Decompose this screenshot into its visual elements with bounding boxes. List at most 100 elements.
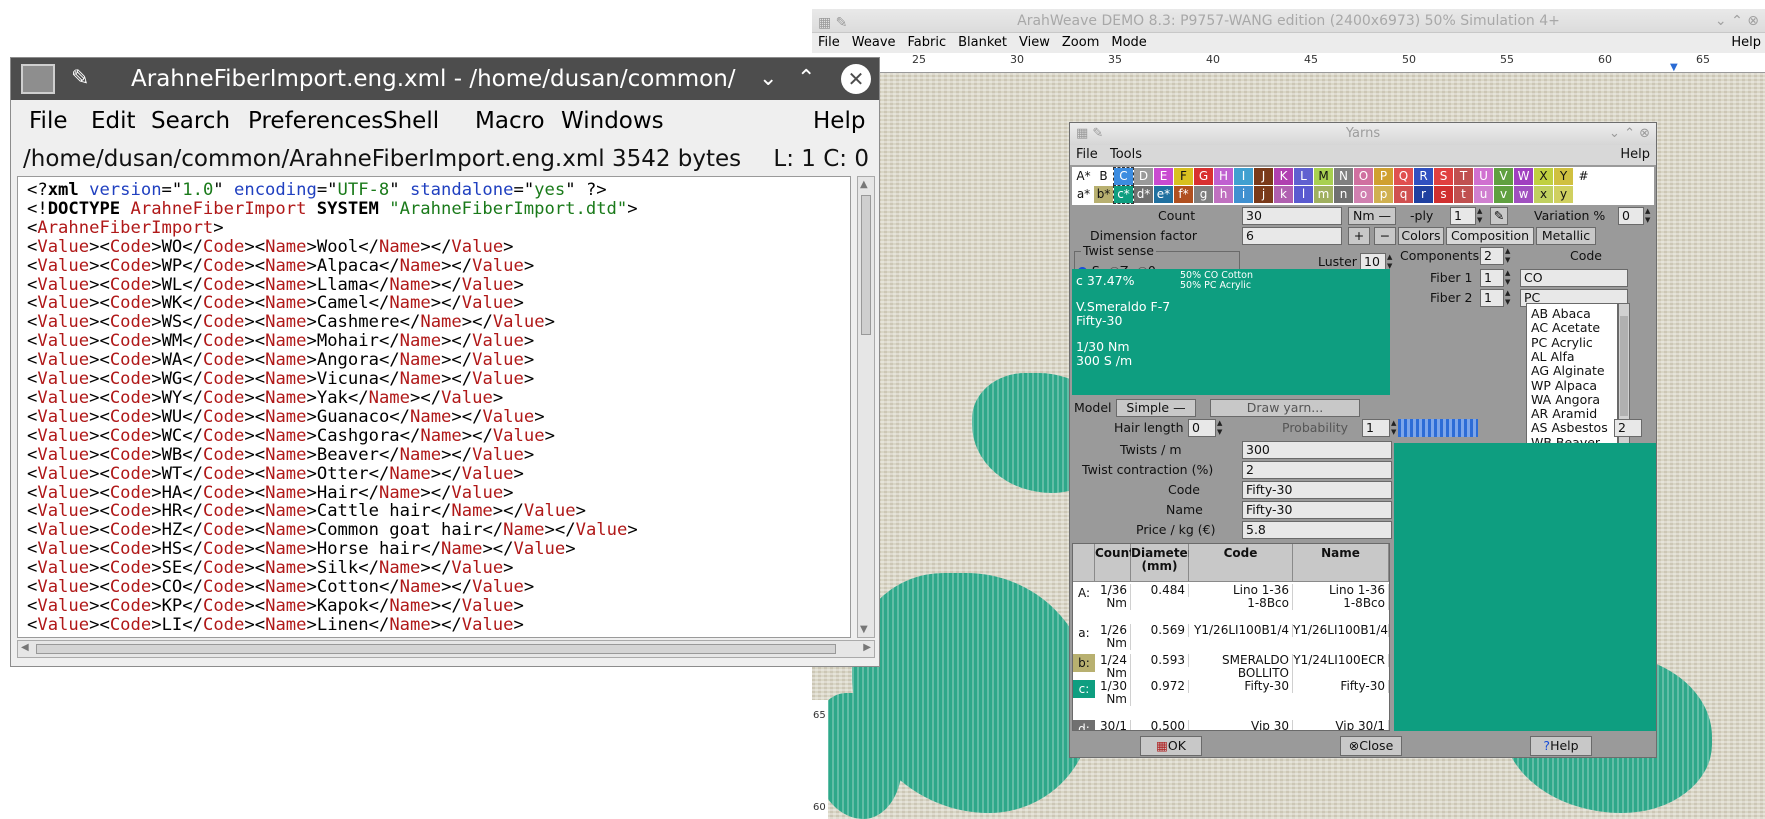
- palette-color-R[interactable]: R: [1414, 168, 1433, 185]
- palette-color-s[interactable]: s: [1434, 186, 1453, 203]
- palette-color-Y[interactable]: Y: [1554, 168, 1573, 185]
- weave-menu-view[interactable]: View: [1013, 33, 1056, 53]
- add-icon[interactable]: +: [1348, 227, 1370, 245]
- scroll-up-icon[interactable]: ▲: [860, 179, 868, 190]
- variation-field[interactable]: 0: [1618, 207, 1644, 225]
- palette-color-Q[interactable]: Q: [1394, 168, 1413, 185]
- variation-spinner-icon[interactable]: ▲ ▼: [1645, 207, 1655, 225]
- fiber-list-item[interactable]: AB Abaca: [1531, 306, 1617, 321]
- model-select[interactable]: Simple —: [1116, 399, 1196, 417]
- window-menu-icon[interactable]: ▦ ✎: [818, 11, 847, 35]
- help-button[interactable]: ?Help: [1530, 736, 1592, 756]
- palette-color-H[interactable]: H: [1214, 168, 1233, 185]
- palette-color-A-star[interactable]: A*: [1074, 168, 1093, 185]
- contraction-field[interactable]: 2: [1242, 461, 1392, 479]
- name-field[interactable]: Fifty-30: [1242, 501, 1392, 519]
- palette-color-F[interactable]: F: [1174, 168, 1193, 185]
- close-button[interactable]: ⊗Close: [1340, 736, 1402, 756]
- weave-menu-fabric[interactable]: Fabric: [902, 33, 953, 53]
- palette-color-q[interactable]: q: [1394, 186, 1413, 203]
- table-header-count[interactable]: Count: [1095, 544, 1135, 582]
- palette-color-B[interactable]: B: [1094, 168, 1113, 185]
- table-row-label[interactable]: b:: [1073, 654, 1095, 672]
- weave-menu-mode[interactable]: Mode: [1105, 33, 1152, 53]
- palette-color-l[interactable]: l: [1294, 186, 1313, 203]
- fiber-scroll-thumb[interactable]: [1620, 316, 1628, 416]
- tab-composition[interactable]: Composition: [1446, 227, 1534, 245]
- palette-color-i[interactable]: i: [1234, 186, 1253, 203]
- hair-spinner-icon[interactable]: ▲ ▼: [1217, 419, 1227, 437]
- menu-file[interactable]: File: [29, 102, 68, 140]
- palette-color-D[interactable]: D: [1134, 168, 1153, 185]
- palette-color-n[interactable]: n: [1334, 186, 1353, 203]
- palette-color-hash[interactable]: #: [1574, 168, 1593, 185]
- close-icon[interactable]: ✕: [841, 64, 871, 94]
- palette-color-h[interactable]: h: [1214, 186, 1233, 203]
- fiber1-spinner-icon[interactable]: ▲ ▼: [1505, 269, 1515, 287]
- palette-color-y[interactable]: y: [1554, 186, 1573, 203]
- menu-macro[interactable]: Macro: [475, 102, 545, 140]
- hscroll-thumb[interactable]: [36, 644, 836, 654]
- table-header-name[interactable]: Name: [1293, 544, 1389, 582]
- palette-color-T[interactable]: T: [1454, 168, 1473, 185]
- app-icon[interactable]: [21, 64, 55, 94]
- menu-preferences[interactable]: Preferences: [248, 102, 383, 140]
- palette-color-v[interactable]: v: [1494, 186, 1513, 203]
- palette-color-j[interactable]: j: [1254, 186, 1273, 203]
- palette-color-a-star[interactable]: a*: [1074, 186, 1093, 203]
- yarns-menu-help[interactable]: Help: [1620, 145, 1650, 165]
- palette-color-I[interactable]: I: [1234, 168, 1253, 185]
- menu-search[interactable]: Search: [151, 102, 230, 140]
- ruler-marker-icon[interactable]: ▼: [1670, 62, 1678, 73]
- palette-color-N[interactable]: N: [1334, 168, 1353, 185]
- fiber2-field[interactable]: 1: [1480, 289, 1504, 307]
- palette-color-b-star[interactable]: b*: [1094, 186, 1113, 203]
- components-spinner-icon[interactable]: ▲ ▼: [1505, 247, 1515, 265]
- palette-color-g[interactable]: g: [1194, 186, 1213, 203]
- tab-metallic[interactable]: Metallic: [1536, 227, 1596, 245]
- fiber-list-item[interactable]: WP Alpaca: [1531, 378, 1617, 393]
- palette-color-m[interactable]: m: [1314, 186, 1333, 203]
- palette-color-W[interactable]: W: [1514, 168, 1533, 185]
- scroll-right-icon[interactable]: ▶: [863, 642, 871, 653]
- palette-color-x[interactable]: x: [1534, 186, 1553, 203]
- table-row-label[interactable]: c:: [1073, 680, 1095, 698]
- fiber1-field[interactable]: 1: [1480, 269, 1504, 287]
- palette-color-E[interactable]: E: [1154, 168, 1173, 185]
- palette-color-U[interactable]: U: [1474, 168, 1493, 185]
- table-row-label[interactable]: d:: [1073, 720, 1095, 730]
- fiber-list-item[interactable]: AR Aramid: [1531, 406, 1617, 421]
- menu-edit[interactable]: Edit: [91, 102, 136, 140]
- palette-color-d-star[interactable]: d*: [1134, 186, 1153, 203]
- menu-windows[interactable]: Windows: [561, 102, 664, 140]
- fiber-list-item[interactable]: AL Alfa: [1531, 349, 1617, 364]
- horizontal-scrollbar[interactable]: ◀ ▶: [17, 640, 875, 658]
- ply-field[interactable]: 1: [1450, 207, 1476, 225]
- palette-color-r[interactable]: r: [1414, 186, 1433, 203]
- fiber1-code-field[interactable]: CO: [1520, 269, 1628, 287]
- palette-color-t[interactable]: t: [1454, 186, 1473, 203]
- right-count-field[interactable]: 2: [1614, 419, 1642, 437]
- palette-color-c-star[interactable]: c*: [1113, 185, 1134, 204]
- weave-menu-file[interactable]: File: [812, 33, 846, 53]
- maximize-icon[interactable]: ⌃: [797, 58, 815, 100]
- palette-color-V[interactable]: V: [1494, 168, 1513, 185]
- menu-shell[interactable]: Shell: [383, 102, 439, 140]
- scroll-left-icon[interactable]: ◀: [21, 642, 29, 653]
- draw-yarn-button[interactable]: Draw yarn...: [1210, 399, 1360, 417]
- fiber-list-item[interactable]: AC Acetate: [1531, 320, 1617, 335]
- weave-menu-zoom[interactable]: Zoom: [1056, 33, 1105, 53]
- palette-color-w[interactable]: w: [1514, 186, 1533, 203]
- table-row-label[interactable]: a:: [1073, 624, 1095, 642]
- twists-field[interactable]: 300: [1242, 441, 1392, 459]
- yarns-menu-file[interactable]: File: [1076, 145, 1098, 165]
- components-field[interactable]: 2: [1480, 247, 1504, 265]
- scroll-down-icon[interactable]: ▼: [860, 624, 868, 635]
- palette-color-p[interactable]: p: [1374, 186, 1393, 203]
- ok-button[interactable]: ▦OK: [1140, 736, 1202, 756]
- weave-menu-help[interactable]: Help: [1731, 33, 1761, 53]
- fiber2-spinner-icon[interactable]: ▲ ▼: [1505, 289, 1515, 307]
- table-row-label[interactable]: A:: [1073, 584, 1095, 602]
- palette-color-J[interactable]: J: [1254, 168, 1273, 185]
- probability-field[interactable]: 1: [1362, 419, 1390, 437]
